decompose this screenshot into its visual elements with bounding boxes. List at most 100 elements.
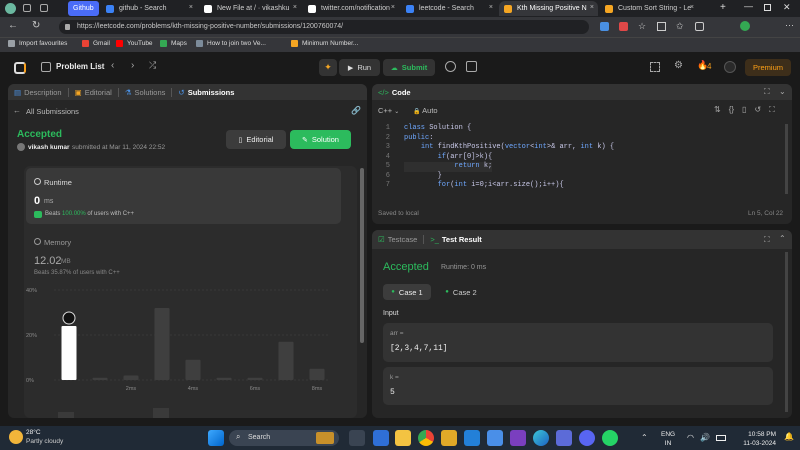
battery-icon[interactable] <box>716 435 726 441</box>
editorial-button[interactable]: ▯ Editorial <box>226 130 286 149</box>
star-icon[interactable]: ☆ <box>638 22 647 31</box>
shuffle-icon[interactable]: ⤮ <box>149 60 156 71</box>
folder-icon[interactable] <box>441 430 457 446</box>
browser-tab[interactable]: leetcode - Search × <box>401 1 497 16</box>
notes-icon[interactable] <box>466 61 477 72</box>
extension-badge-icon[interactable] <box>740 21 750 31</box>
split-screen-icon[interactable] <box>657 22 666 31</box>
task-view-icon[interactable] <box>349 430 365 446</box>
tab-editorial[interactable]: ▣ Editorial <box>69 84 118 100</box>
debug-button[interactable]: ✦ <box>319 59 337 76</box>
tab-actions-icon[interactable] <box>23 4 31 12</box>
bookmark-item[interactable]: How to join two Ve... <box>196 40 266 47</box>
close-tab-icon[interactable]: × <box>590 4 594 11</box>
code-line[interactable]: class Solution { <box>404 124 471 134</box>
chart-bar[interactable] <box>309 368 325 380</box>
browser-tab[interactable]: New File at / · vikashku × <box>199 1 301 16</box>
bookmark-item[interactable]: Maps <box>160 40 187 47</box>
favorites-icon[interactable]: ✩ <box>676 22 685 31</box>
close-tab-icon[interactable]: × <box>391 4 395 11</box>
problem-list-link[interactable]: Problem List <box>56 62 104 71</box>
vertical-tabs-icon[interactable] <box>40 4 48 12</box>
store-icon[interactable] <box>487 430 503 446</box>
timer-icon[interactable] <box>445 61 456 72</box>
format-icon[interactable]: ⇅ <box>714 105 721 115</box>
runtime-card[interactable]: Runtime 0 ms Beats 100.00% of users with… <box>26 168 341 224</box>
onenote-icon[interactable] <box>510 430 526 446</box>
code-line[interactable]: if(arr[0]>k){ <box>404 153 493 163</box>
close-tab-icon[interactable]: × <box>690 4 694 11</box>
extensions-icons[interactable]: ☆ ✩ <box>600 22 710 32</box>
layout-grid-icon[interactable] <box>650 62 660 72</box>
reset-icon[interactable]: ↺ <box>754 105 761 115</box>
browser-profile-avatar[interactable] <box>5 3 16 14</box>
code-editor[interactable]: 1 class Solution {2 public: 3 int findKthPo… <box>372 124 792 204</box>
vscode-icon[interactable] <box>464 430 480 446</box>
maximize-button[interactable] <box>764 4 771 11</box>
browser-tab[interactable]: Kth Missing Positive N × <box>499 1 598 16</box>
code-line[interactable]: public: <box>404 134 433 144</box>
submitter-name[interactable]: vikash kumar <box>28 144 70 151</box>
case-1-tab[interactable]: ● Case 1 <box>383 284 431 300</box>
extension-icon[interactable] <box>619 22 628 31</box>
teams-icon[interactable] <box>556 430 572 446</box>
k-input-box[interactable]: k = 5 <box>383 367 773 405</box>
wifi-icon[interactable]: ◠ <box>687 433 694 442</box>
collections-icon[interactable] <box>695 22 704 31</box>
start-icon[interactable] <box>208 430 224 446</box>
chart-bar[interactable] <box>61 326 77 380</box>
tab-description[interactable]: ▤ Description <box>8 84 68 100</box>
chart-bar[interactable] <box>92 377 108 380</box>
clock[interactable]: 10:58 PM 11-03-2024 <box>732 430 776 448</box>
new-tab-button[interactable]: + <box>720 2 726 13</box>
chart-bar[interactable] <box>185 359 201 380</box>
widgets-icon[interactable] <box>373 430 389 446</box>
url-field[interactable]: https://leetcode.com/problems/kth-missin… <box>59 20 589 34</box>
maximize-panel-icon[interactable]: ⛶ <box>764 87 770 97</box>
prev-problem-icon[interactable]: ‹ <box>111 60 114 71</box>
editor-fullscreen-icon[interactable]: ⛶ <box>769 105 775 115</box>
next-problem-icon[interactable]: › <box>131 60 134 71</box>
problem-list-icon[interactable] <box>41 62 51 72</box>
browser-menu-icon[interactable]: ⋯ <box>785 20 794 31</box>
browser-tab[interactable]: twitter.com/notification × <box>303 1 399 16</box>
collapse-panel-icon[interactable]: ⌄ <box>779 87 786 96</box>
braces-icon[interactable]: {} <box>729 105 734 115</box>
maximize-test-panel-icon[interactable]: ⛶ <box>764 235 770 245</box>
test-scrollbar[interactable] <box>785 252 788 412</box>
share-link-icon[interactable]: 🔗 <box>351 106 361 115</box>
left-scrollbar[interactable] <box>360 168 364 343</box>
collapse-test-panel-icon[interactable]: ⌃ <box>779 234 786 243</box>
bookmark-item[interactable]: Minimum Number... <box>291 40 358 47</box>
tab-code[interactable]: </> Code <box>372 84 417 100</box>
back-arrow-icon[interactable]: ← <box>8 20 18 31</box>
arr-input-box[interactable]: arr = [2,3,4,7,11] <box>383 323 773 362</box>
discord-icon[interactable] <box>579 430 595 446</box>
minimize-button[interactable]: — <box>744 1 753 11</box>
solution-button[interactable]: ✎ Solution <box>290 130 351 149</box>
all-submissions-link[interactable]: All Submissions <box>26 107 79 116</box>
chart-bar[interactable] <box>278 341 294 380</box>
bookmark-item[interactable]: YouTube <box>116 40 153 47</box>
case-2-tab[interactable]: ● Case 2 <box>437 284 485 300</box>
extension-icon[interactable] <box>600 22 609 31</box>
close-tab-icon[interactable]: × <box>189 4 193 11</box>
settings-gear-icon[interactable]: ⚙ <box>674 60 683 71</box>
weather-icon[interactable] <box>9 430 23 444</box>
run-button[interactable]: ▶ Run <box>339 59 380 76</box>
code-line[interactable]: for(int i=0;i<arr.size();i++){ <box>404 181 564 191</box>
auto-mode-toggle[interactable]: 🔒 Auto <box>413 106 438 115</box>
notification-bell-icon[interactable]: 🔔 <box>784 432 794 441</box>
chrome-icon[interactable] <box>418 430 434 446</box>
language-indicator[interactable]: ENG IN <box>661 430 675 448</box>
tab-solutions[interactable]: ⚗ Solutions <box>119 84 172 100</box>
close-tab-icon[interactable]: × <box>489 4 493 11</box>
avatar[interactable] <box>724 61 736 73</box>
taskbar-search[interactable]: ⌕ Search <box>229 430 339 446</box>
submit-button[interactable]: ☁ Submit <box>383 59 435 76</box>
tab-submissions[interactable]: ↺ Submissions <box>172 84 240 100</box>
tray-chevron-icon[interactable]: ⌃ <box>641 433 648 442</box>
premium-button[interactable]: Premium <box>745 59 791 76</box>
runtime-distribution-chart[interactable]: 40% 20% 0% 2ms 4ms 6ms 8ms <box>24 276 344 406</box>
code-line[interactable]: } <box>404 172 442 182</box>
